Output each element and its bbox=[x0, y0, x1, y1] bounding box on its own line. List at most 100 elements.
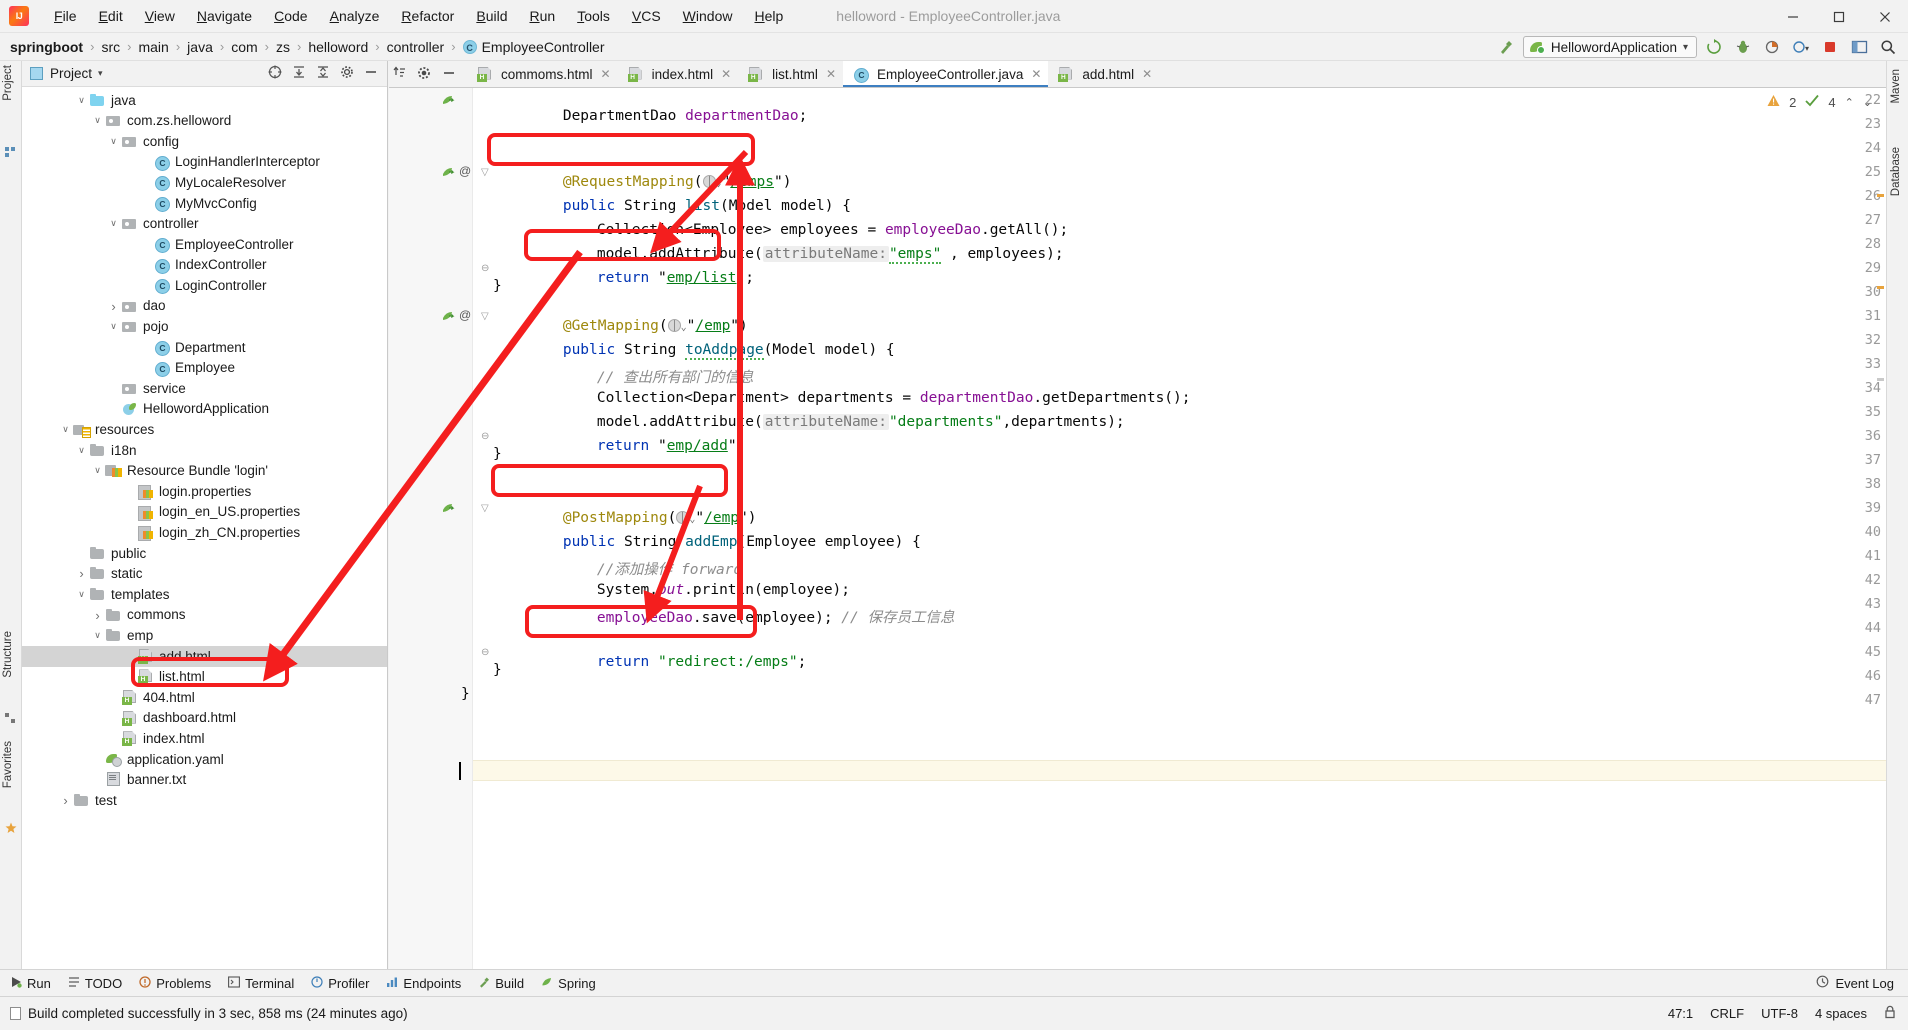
tree-item-indexcontroller[interactable]: IndexController bbox=[22, 255, 387, 276]
debug-icon[interactable] bbox=[1731, 35, 1755, 59]
tree-item-mylocaleresolver[interactable]: MyLocaleResolver bbox=[22, 172, 387, 193]
editor-tab-employeecontroller-java[interactable]: EmployeeController.java ✕ bbox=[843, 61, 1049, 87]
chevron-down-icon[interactable]: ∨ bbox=[74, 95, 89, 106]
chevron-down-icon[interactable]: ∨ bbox=[90, 465, 105, 476]
tree-item-emp[interactable]: ∨ emp bbox=[22, 625, 387, 646]
layout-icon[interactable] bbox=[1847, 35, 1871, 59]
tool-window-structure[interactable]: Structure bbox=[2, 631, 14, 678]
editor-tab-tools[interactable] bbox=[389, 61, 467, 87]
tree-item-service[interactable]: service bbox=[22, 378, 387, 399]
line-separator[interactable]: CRLF bbox=[1710, 1006, 1744, 1021]
tree-item-404.html[interactable]: 404.html bbox=[22, 687, 387, 708]
chevron-down-icon[interactable]: ∨ bbox=[74, 589, 89, 600]
menu-build[interactable]: Build bbox=[465, 5, 518, 27]
file-encoding[interactable]: UTF-8 bbox=[1761, 1006, 1798, 1021]
tool-window-project[interactable]: Project bbox=[2, 65, 14, 101]
menu-window[interactable]: Window bbox=[672, 5, 744, 27]
tree-item-controller[interactable]: ∨ controller bbox=[22, 214, 387, 235]
menu-help[interactable]: Help bbox=[743, 5, 794, 27]
bottom-tool-run[interactable]: Run bbox=[10, 976, 51, 991]
tree-item-application.yaml[interactable]: application.yaml bbox=[22, 749, 387, 770]
search-icon[interactable] bbox=[1876, 35, 1900, 59]
close-icon[interactable]: ✕ bbox=[826, 67, 836, 81]
run-configuration-selector[interactable]: HellowordApplication ▾ bbox=[1522, 36, 1697, 58]
maximize-button[interactable] bbox=[1816, 0, 1862, 33]
project-panel-tools[interactable] bbox=[268, 65, 387, 82]
run-toolbar[interactable]: HellowordApplication ▾ ▾ bbox=[1494, 33, 1900, 61]
event-log-button[interactable]: Event Log bbox=[1816, 975, 1894, 991]
tree-item-i18n[interactable]: ∨ i18n bbox=[22, 440, 387, 461]
chevron-right-icon[interactable]: › bbox=[74, 566, 89, 581]
minimize-button[interactable] bbox=[1770, 0, 1816, 33]
close-icon[interactable]: ✕ bbox=[601, 67, 611, 81]
stop-icon[interactable] bbox=[1818, 35, 1842, 59]
menu-code[interactable]: Code bbox=[263, 5, 318, 27]
breadcrumb-main[interactable]: main bbox=[138, 39, 168, 55]
breadcrumb-springboot[interactable]: springboot bbox=[10, 39, 83, 55]
tree-item-mymvcconfig[interactable]: MyMvcConfig bbox=[22, 193, 387, 214]
tree-item-resources[interactable]: ∨ resources bbox=[22, 420, 387, 441]
breadcrumb-java[interactable]: java bbox=[187, 39, 213, 55]
breadcrumb-current-class[interactable]: C EmployeeController bbox=[462, 39, 605, 55]
editor-tab-list-html[interactable]: list.html ✕ bbox=[738, 61, 843, 87]
tree-item-dao[interactable]: › dao bbox=[22, 296, 387, 317]
tree-item-employeecontroller[interactable]: EmployeeController bbox=[22, 234, 387, 255]
chevron-right-icon[interactable]: › bbox=[90, 608, 105, 623]
menu-edit[interactable]: Edit bbox=[88, 5, 134, 27]
close-button[interactable] bbox=[1862, 0, 1908, 33]
menu-vcs[interactable]: VCS bbox=[621, 5, 672, 27]
bottom-tool-profiler[interactable]: Profiler bbox=[311, 976, 369, 991]
tool-window-maven[interactable]: Maven bbox=[1890, 69, 1902, 104]
tree-item-templates[interactable]: ∨ templates bbox=[22, 584, 387, 605]
tree-item-login_en_us.properties[interactable]: login_en_US.properties bbox=[22, 502, 387, 523]
chevron-down-icon[interactable]: ∨ bbox=[106, 136, 121, 147]
editor-tab-add-html[interactable]: add.html ✕ bbox=[1048, 61, 1159, 87]
project-file-tree[interactable]: ∨ java ∨ com.zs.helloword ∨ config LoginHandle… bbox=[22, 87, 387, 811]
collapse-all-icon[interactable] bbox=[316, 65, 330, 82]
breadcrumb-zs[interactable]: zs bbox=[276, 39, 290, 55]
chevron-down-icon[interactable]: ▾ bbox=[98, 68, 103, 79]
bottom-tool-build[interactable]: Build bbox=[478, 976, 524, 991]
bottom-tool-endpoints[interactable]: Endpoints bbox=[386, 976, 461, 991]
hide-panel-icon[interactable] bbox=[364, 65, 378, 82]
editor-tab-commoms-html[interactable]: commoms.html ✕ bbox=[467, 61, 618, 87]
menu-run[interactable]: Run bbox=[518, 5, 566, 27]
bottom-tool-spring[interactable]: Spring bbox=[541, 976, 596, 991]
tree-item-login.properties[interactable]: login.properties bbox=[22, 481, 387, 502]
inspection-widget[interactable]: 2 4 ⌃ ⌄ bbox=[1767, 94, 1872, 110]
tree-item-hellowordapplication[interactable]: HellowordApplication bbox=[22, 399, 387, 420]
breadcrumb[interactable]: springboot › src › main › java › com › zs › hellowor… bbox=[0, 39, 605, 55]
chevron-down-icon[interactable]: ∨ bbox=[106, 321, 121, 332]
status-bar-right[interactable]: 47:1 CRLF UTF-8 4 spaces bbox=[1668, 1005, 1896, 1022]
tree-item-public[interactable]: public bbox=[22, 543, 387, 564]
view-name-emp-list[interactable]: emp/list bbox=[667, 270, 737, 286]
prev-problem-icon[interactable]: ⌃ bbox=[1845, 96, 1854, 109]
close-icon[interactable]: ✕ bbox=[1142, 67, 1152, 81]
close-icon[interactable]: ✕ bbox=[1031, 67, 1041, 81]
build-hammer-icon[interactable] bbox=[1494, 35, 1518, 59]
chevron-down-icon[interactable]: ▾ bbox=[1683, 42, 1688, 53]
tree-item-pojo[interactable]: ∨ pojo bbox=[22, 317, 387, 338]
editor-tab-index-html[interactable]: index.html ✕ bbox=[618, 61, 739, 87]
lock-icon[interactable] bbox=[1884, 1005, 1896, 1022]
tree-item-list.html[interactable]: list.html bbox=[22, 667, 387, 688]
tree-item-index.html[interactable]: index.html bbox=[22, 728, 387, 749]
breadcrumb-controller[interactable]: controller bbox=[387, 39, 445, 55]
chevron-down-icon[interactable]: ∨ bbox=[90, 630, 105, 641]
sort-tabs-icon[interactable] bbox=[393, 66, 406, 82]
tree-item-dashboard.html[interactable]: dashboard.html bbox=[22, 708, 387, 729]
tree-item-logincontroller[interactable]: LoginController bbox=[22, 275, 387, 296]
chevron-down-icon[interactable]: ∨ bbox=[106, 218, 121, 229]
tool-window-database[interactable]: Database bbox=[1890, 147, 1902, 196]
indent-setting[interactable]: 4 spaces bbox=[1815, 1006, 1867, 1021]
close-icon[interactable]: ✕ bbox=[721, 67, 731, 81]
tree-item-java[interactable]: ∨ java bbox=[22, 90, 387, 111]
bottom-tool-problems[interactable]: Problems bbox=[139, 976, 211, 991]
code-editor[interactable]: 22 23 24 25 @ ▽ 26 27 28 29 ⊖ 30 31 @ ▽ 32 33 34 35 36 ⊖ 37 38… bbox=[389, 88, 1886, 969]
expand-all-icon[interactable] bbox=[292, 65, 306, 82]
profiler-icon[interactable]: ▾ bbox=[1789, 35, 1813, 59]
tree-item-resource-bundle--login-[interactable]: ∨ Resource Bundle 'login' bbox=[22, 461, 387, 482]
chevron-down-icon[interactable]: ∨ bbox=[74, 445, 89, 456]
tree-item-department[interactable]: Department bbox=[22, 337, 387, 358]
tree-item-login_zh_cn.properties[interactable]: login_zh_CN.properties bbox=[22, 522, 387, 543]
